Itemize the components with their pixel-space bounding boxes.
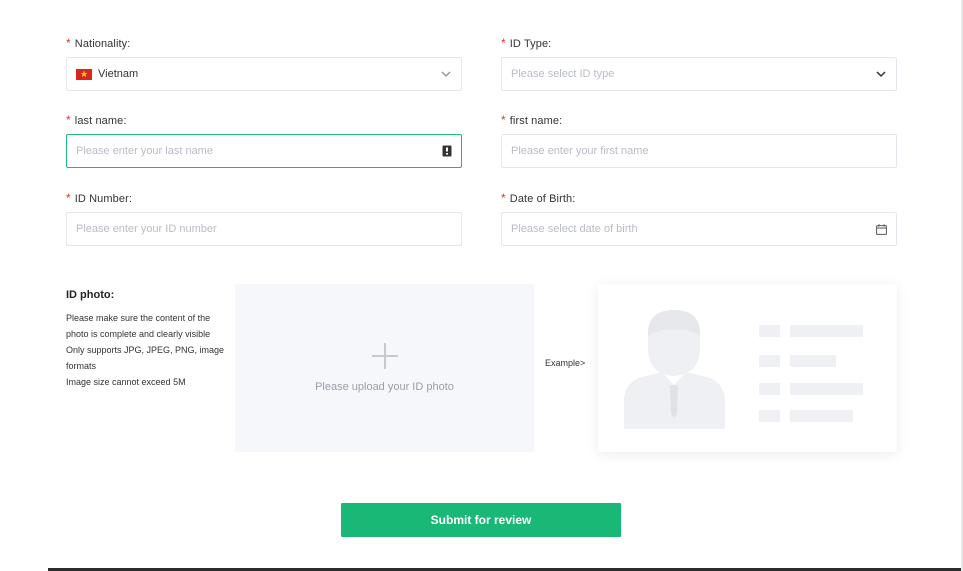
nationality-select[interactable]: Vietnam [66, 57, 462, 91]
id-photo-note: Only supports JPG, JPEG, PNG, image form… [66, 345, 225, 371]
date-of-birth-placeholder: Please select date of birth [511, 223, 638, 235]
chevron-down-icon [876, 71, 886, 78]
date-of-birth-label: * Date of Birth: [501, 191, 576, 205]
example-id-card [598, 284, 897, 452]
id-number-label: * ID Number: [66, 191, 133, 205]
id-photo-title: ID photo: [66, 289, 115, 301]
last-name-input[interactable] [76, 145, 442, 157]
id-number-field[interactable] [66, 212, 462, 246]
first-name-label: * first name: [501, 113, 563, 127]
id-card-illustration-icon [624, 310, 863, 429]
contact-card-icon [442, 145, 452, 157]
id-type-placeholder: Please select ID type [511, 68, 615, 80]
id-type-label: * ID Type: [501, 36, 552, 50]
example-label: Example> [545, 358, 586, 368]
plus-icon [371, 343, 398, 369]
nationality-value: Vietnam [98, 68, 139, 80]
id-photo-upload-area[interactable]: Please upload your ID photo [235, 284, 534, 452]
id-number-input[interactable] [76, 223, 452, 235]
id-photo-requirements: Please make sure the content of the phot… [66, 310, 226, 390]
last-name-field[interactable] [66, 134, 462, 168]
upload-prompt: Please upload your ID photo [315, 381, 454, 393]
chevron-down-icon [441, 71, 451, 77]
vietnam-flag-icon [76, 67, 92, 81]
first-name-field[interactable] [501, 134, 897, 168]
id-photo-note: Image size cannot exceed 5M [66, 377, 186, 387]
date-of-birth-picker[interactable]: Please select date of birth [501, 212, 897, 246]
id-type-select[interactable]: Please select ID type [501, 57, 897, 91]
id-photo-note: Please make sure the content of the phot… [66, 313, 211, 339]
nationality-label: * Nationality: [66, 36, 131, 50]
first-name-input[interactable] [511, 145, 887, 157]
submit-for-review-button[interactable]: Submit for review [341, 503, 621, 537]
calendar-icon [876, 223, 887, 235]
last-name-label: * last name: [66, 113, 127, 127]
